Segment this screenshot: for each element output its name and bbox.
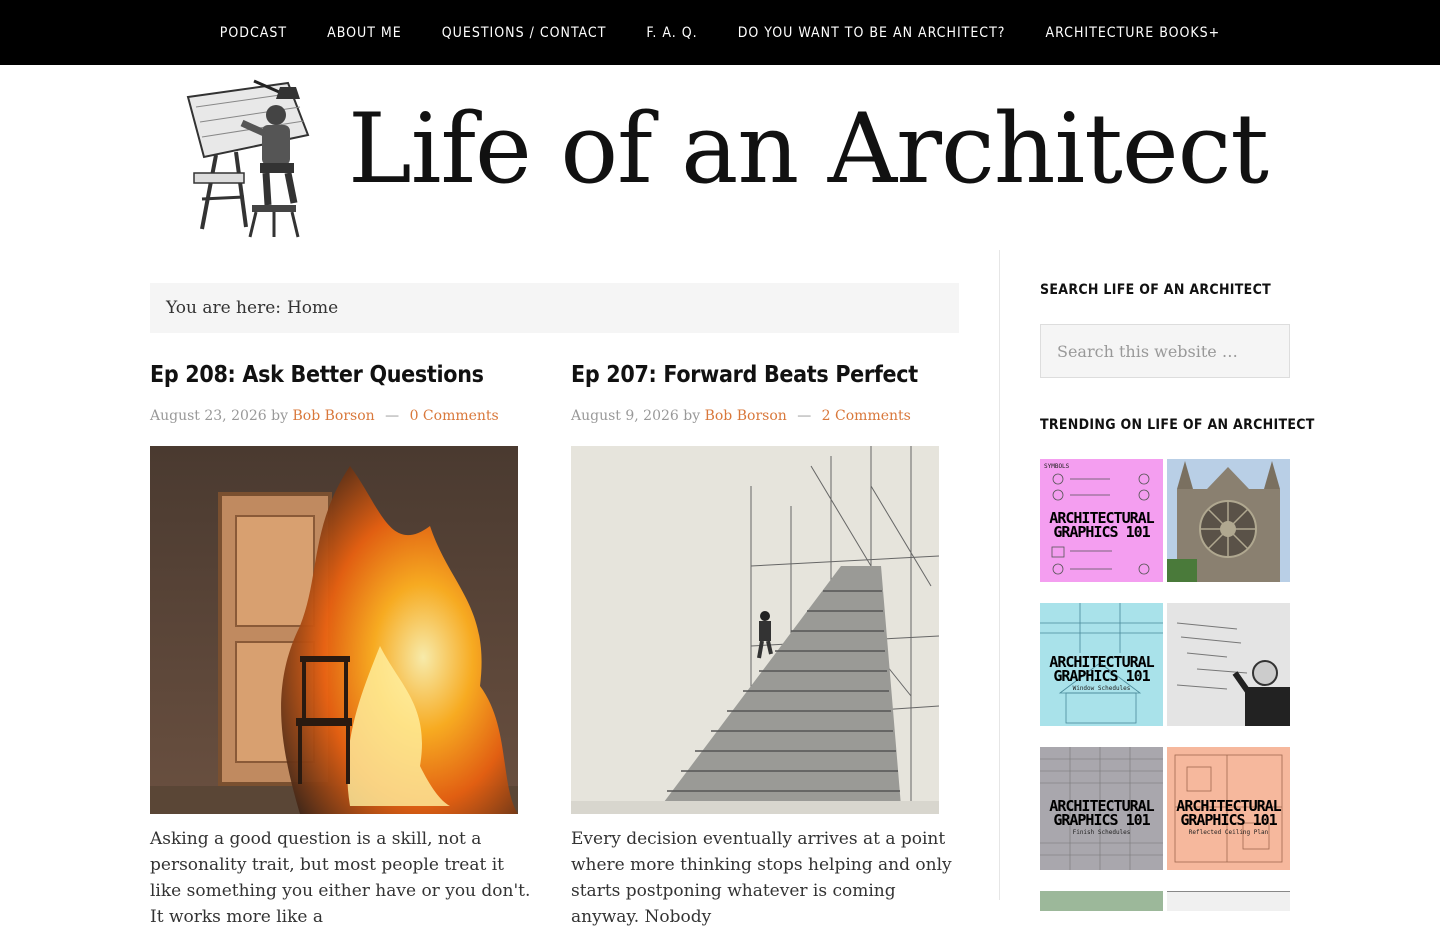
post-excerpt: Every decision eventually arrives at a p… [571, 829, 952, 927]
nav-item-architecture-books[interactable]: Architecture Books+ [1025, 25, 1240, 41]
post-featured-image[interactable] [150, 446, 518, 814]
nav-item-faq[interactable]: F. A. Q. [626, 25, 717, 41]
post-featured-image[interactable] [571, 446, 939, 814]
post-card: Ep 207: Forward Beats Perfect August 9, … [571, 362, 961, 930]
search-input[interactable] [1040, 324, 1290, 378]
meta-separator: — [385, 408, 400, 424]
post-by: by [683, 408, 701, 424]
search-widget-title: Search Life of an Architect [1040, 282, 1272, 298]
post-by: by [271, 408, 289, 424]
thumb-label: ARCHITECTURAL GRAPHICS 101 [1176, 797, 1281, 829]
thumb-label: ARCHITECTURAL GRAPHICS 101 [1049, 509, 1154, 541]
post-title[interactable]: Ep 208: Ask Better Questions [150, 362, 540, 398]
nav-item-podcast[interactable]: Podcast [200, 25, 307, 41]
breadcrumb: You are here: Home [150, 283, 959, 333]
post-meta: August 23, 2026 by Bob Borson — 0 Commen… [150, 408, 540, 424]
trending-thumb-graphics-symbols[interactable]: ARCHITECTURAL GRAPHICS 101 SYMBOLS [1040, 459, 1163, 582]
nav-item-about-me[interactable]: About Me [307, 25, 422, 41]
meta-separator: — [797, 408, 812, 424]
site-header[interactable]: Life of an Architect [150, 65, 1290, 250]
post-comments-link[interactable]: 0 Comments [410, 408, 499, 424]
architect-writing-on-wall-art [1176, 622, 1290, 726]
top-navigation: Podcast About Me Questions / Contact F. … [0, 0, 1440, 65]
trending-thumb-graphics-window-schedules[interactable]: ARCHITECTURAL GRAPHICS 101 Window Schedu… [1040, 603, 1163, 726]
post-date: August 23, 2026 [150, 408, 267, 424]
trending-thumb-partial[interactable] [1167, 891, 1290, 911]
thumb-sublabel: Finish Schedules [1072, 829, 1131, 836]
trending-thumb-cathedral[interactable] [1167, 459, 1290, 582]
post-card: Ep 208: Ask Better Questions August 23, … [150, 362, 540, 930]
burning-door-and-chair-image [150, 446, 518, 814]
thumb-sublabel: SYMBOLS [1044, 463, 1070, 470]
thumb-sublabel: Window Schedules [1072, 685, 1131, 692]
post-meta: August 9, 2026 by Bob Borson — 2 Comment… [571, 408, 961, 424]
post-author-link[interactable]: Bob Borson [705, 408, 787, 424]
trending-thumb-graphics-finish-schedules[interactable]: ARCHITECTURAL GRAPHICS 101 Finish Schedu… [1040, 747, 1163, 870]
trending-thumb-architect-writing[interactable] [1167, 603, 1290, 726]
nav-item-be-an-architect[interactable]: Do You Want to be an Architect? [718, 25, 1026, 41]
breadcrumb-current: Home [286, 298, 339, 318]
trending-thumb-graphics-reflected-ceiling-plan[interactable]: ARCHITECTURAL GRAPHICS 101 Reflected Cei… [1167, 747, 1290, 870]
thumb-sublabel: Reflected Ceiling Plan [1188, 829, 1269, 836]
content-sidebar-divider [999, 250, 1000, 900]
nav-item-questions-contact[interactable]: Questions / Contact [422, 25, 627, 41]
post-author-link[interactable]: Bob Borson [293, 408, 375, 424]
post-date: August 9, 2026 [571, 408, 679, 424]
trending-thumb-partial[interactable] [1040, 891, 1163, 911]
man-climbing-stairs-sketch-image [571, 446, 939, 814]
architect-at-drafting-table-logo[interactable] [176, 77, 326, 239]
trending-widget-title: Trending on Life of an Architect [1040, 417, 1315, 433]
post-comments-link[interactable]: 2 Comments [822, 408, 911, 424]
breadcrumb-prefix: You are here: [166, 298, 281, 318]
thumb-label: ARCHITECTURAL GRAPHICS 101 [1049, 797, 1154, 829]
thumb-label: ARCHITECTURAL GRAPHICS 101 [1049, 653, 1154, 685]
post-excerpt: Asking a good question is a skill, not a… [150, 829, 531, 927]
cathedral-rose-window-art [1167, 461, 1280, 582]
site-title[interactable]: Life of an Architect [348, 93, 1269, 205]
post-title[interactable]: Ep 207: Forward Beats Perfect [571, 362, 961, 398]
